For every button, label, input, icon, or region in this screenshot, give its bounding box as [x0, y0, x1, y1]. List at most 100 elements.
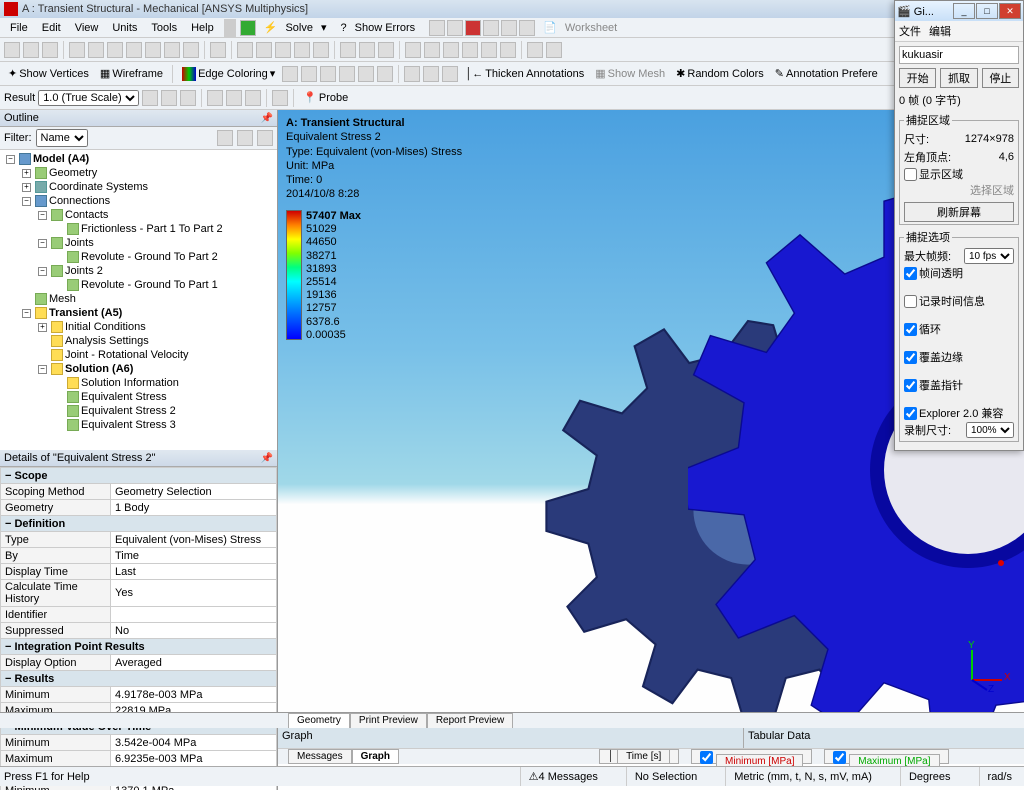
show-region-checkbox[interactable] — [904, 168, 917, 181]
zoom-fit-icon[interactable] — [340, 42, 356, 58]
fit-icon[interactable] — [313, 42, 329, 58]
tool-icon[interactable] — [183, 42, 199, 58]
tool-icon[interactable] — [501, 20, 517, 36]
tab-geometry[interactable]: Geometry — [288, 713, 350, 728]
close-icon[interactable]: ✕ — [999, 3, 1021, 19]
tab-graph[interactable]: Graph — [352, 749, 399, 764]
result-icon[interactable] — [226, 90, 242, 106]
ann-icon[interactable] — [442, 66, 458, 82]
result-icon[interactable] — [245, 90, 261, 106]
gif-name-input[interactable] — [899, 46, 1019, 64]
menu-file[interactable]: File — [4, 20, 34, 36]
start-button[interactable]: 开始 — [899, 68, 936, 88]
cursor-icon[interactable] — [4, 42, 20, 58]
tool-icon[interactable] — [164, 42, 180, 58]
menu-units[interactable]: Units — [106, 20, 143, 36]
tool-icon[interactable] — [519, 20, 535, 36]
max-checkbox[interactable] — [833, 751, 846, 764]
tool-icon[interactable] — [69, 42, 85, 58]
thicken-annotations-button[interactable]: │← Thicken Annotations — [461, 66, 588, 82]
tool-icon[interactable] — [88, 42, 104, 58]
details-header: Details of "Equivalent Stress 2"📌 — [0, 450, 277, 467]
result-icon[interactable] — [180, 90, 196, 106]
view-icon[interactable] — [443, 42, 459, 58]
gif-recorder-window[interactable]: 🎬 Gi... _ □ ✕ 文件编辑 开始 抓取 停止 0 帧 (0 字节) 捕… — [894, 0, 1024, 451]
menu-help[interactable]: Help — [185, 20, 220, 36]
edge-icon[interactable] — [377, 66, 393, 82]
view-icon[interactable] — [546, 42, 562, 58]
gif-titlebar[interactable]: 🎬 Gi... _ □ ✕ — [895, 1, 1023, 21]
result-icon[interactable] — [272, 90, 288, 106]
tool-icon[interactable] — [126, 42, 142, 58]
probe-button[interactable]: 📍 Probe — [299, 89, 352, 106]
gif-menu-file[interactable]: 文件 — [899, 23, 921, 39]
zoom-prev-icon[interactable] — [359, 42, 375, 58]
tool-icon[interactable] — [483, 20, 499, 36]
tool-icon[interactable] — [429, 20, 445, 36]
gif-menu-edit[interactable]: 编辑 — [929, 23, 951, 39]
worksheet-button[interactable]: 📄 Worksheet — [537, 18, 629, 38]
menu-view[interactable]: View — [69, 20, 105, 36]
tool-icon[interactable] — [465, 20, 481, 36]
edge-icon[interactable] — [339, 66, 355, 82]
zoom-box-icon[interactable] — [294, 42, 310, 58]
result-icon[interactable] — [142, 90, 158, 106]
grab-button[interactable]: 抓取 — [940, 68, 977, 88]
axis-triad[interactable]: Y X Z — [952, 640, 1012, 700]
view-icon[interactable] — [405, 42, 421, 58]
filter-icon[interactable] — [257, 130, 273, 146]
iso-icon[interactable] — [378, 42, 394, 58]
menu-edit[interactable]: Edit — [36, 20, 67, 36]
result-icon[interactable] — [161, 90, 177, 106]
view-icon[interactable] — [424, 42, 440, 58]
ann-icon[interactable] — [404, 66, 420, 82]
pin-icon[interactable]: 📌 — [261, 113, 273, 124]
tab-report-preview[interactable]: Report Preview — [427, 713, 513, 728]
show-errors-button[interactable]: ? Show Errors — [335, 18, 428, 38]
edge-icon[interactable] — [301, 66, 317, 82]
random-colors-button[interactable]: ✱ Random Colors — [672, 65, 768, 82]
edge-icon[interactable] — [358, 66, 374, 82]
check-icon[interactable] — [240, 20, 256, 36]
tool-icon[interactable] — [107, 42, 123, 58]
result-icon[interactable] — [207, 90, 223, 106]
filter-icon[interactable] — [217, 130, 233, 146]
filter-dropdown[interactable]: Name — [36, 129, 88, 147]
tool-icon[interactable] — [145, 42, 161, 58]
outline-tree[interactable]: −Model (A4) +Geometry +Coordinate System… — [0, 150, 277, 450]
annotation-pref-button[interactable]: ✎ Annotation Prefere — [771, 65, 882, 82]
tool-icon[interactable] — [447, 20, 463, 36]
ann-icon[interactable] — [423, 66, 439, 82]
min-checkbox[interactable] — [700, 751, 713, 764]
result-scale-dropdown[interactable]: 1.0 (True Scale) — [38, 90, 139, 106]
stop-button[interactable]: 停止 — [982, 68, 1019, 88]
pan-icon[interactable] — [256, 42, 272, 58]
filter-icon[interactable] — [237, 130, 253, 146]
view-icon[interactable] — [527, 42, 543, 58]
view-icon[interactable] — [462, 42, 478, 58]
tool-icon[interactable] — [23, 42, 39, 58]
edge-icon[interactable] — [320, 66, 336, 82]
rotate-icon[interactable] — [237, 42, 253, 58]
show-mesh-button[interactable]: ▦ Show Mesh — [591, 65, 669, 82]
tool-icon[interactable] — [42, 42, 58, 58]
recsize-select[interactable]: 100% — [966, 422, 1014, 438]
refresh-button[interactable]: 刷新屏幕 — [904, 202, 1014, 222]
zoom-icon[interactable] — [275, 42, 291, 58]
select-region-button[interactable]: 选择区域 — [970, 182, 1014, 198]
menu-tools[interactable]: Tools — [145, 20, 183, 36]
wireframe-button[interactable]: ▦ Wireframe — [96, 65, 167, 82]
tab-messages[interactable]: Messages — [288, 749, 352, 764]
minimize-icon[interactable]: _ — [953, 3, 975, 19]
show-vertices-button[interactable]: ✦ Show Vertices — [4, 65, 93, 82]
pin-icon[interactable]: 📌 — [261, 453, 273, 464]
view-icon[interactable] — [481, 42, 497, 58]
view-icon[interactable] — [500, 42, 516, 58]
maximize-icon[interactable]: □ — [976, 3, 998, 19]
tab-print-preview[interactable]: Print Preview — [350, 713, 427, 728]
edge-icon[interactable] — [282, 66, 298, 82]
edge-coloring-button[interactable]: Edge Coloring ▾ — [178, 65, 279, 83]
solve-button[interactable]: ⚡ Solve ▾ — [258, 18, 333, 38]
fps-select[interactable]: 10 fps — [964, 248, 1014, 264]
tool-icon[interactable] — [210, 42, 226, 58]
